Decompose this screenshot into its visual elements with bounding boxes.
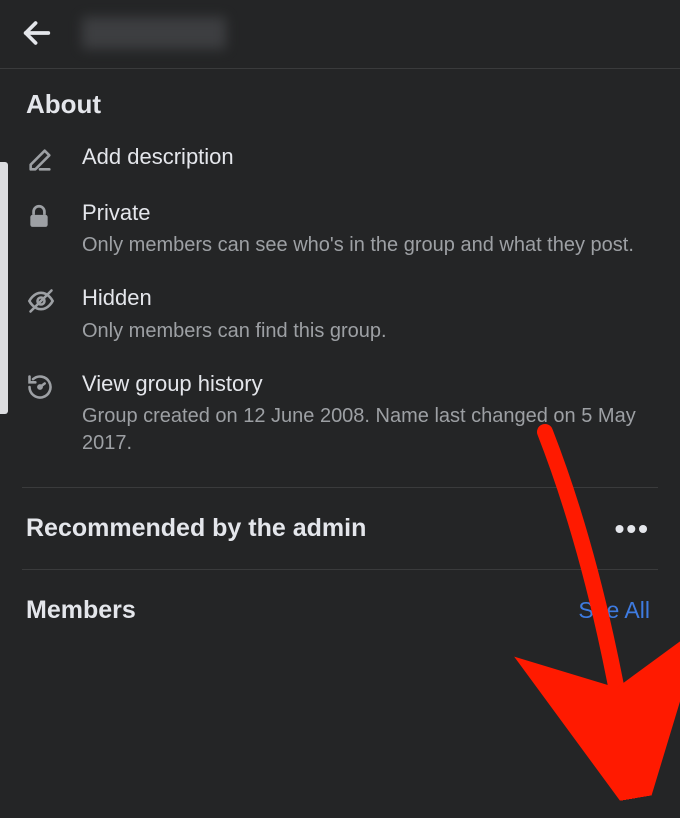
scroll-indicator bbox=[0, 162, 8, 414]
see-all-link[interactable]: See All bbox=[578, 597, 650, 624]
lock-icon bbox=[26, 202, 60, 230]
about-item-history[interactable]: View group history Group created on 12 J… bbox=[26, 371, 658, 467]
members-section[interactable]: Members See All bbox=[0, 570, 680, 655]
eye-slash-icon bbox=[26, 287, 60, 315]
content: About Add description Private bbox=[0, 69, 680, 655]
about-item-privacy: Private Only members can see who's in th… bbox=[26, 200, 658, 285]
about-desc: Only members can find this group. bbox=[82, 318, 658, 345]
history-icon bbox=[26, 373, 60, 401]
page-title-redacted bbox=[82, 17, 226, 49]
about-desc: Group created on 12 June 2008. Name last… bbox=[82, 403, 658, 457]
header bbox=[0, 0, 680, 69]
about-section: About Add description Private bbox=[0, 69, 680, 487]
about-label: Add description bbox=[82, 144, 658, 170]
about-item-visibility: Hidden Only members can find this group. bbox=[26, 285, 658, 370]
edit-icon bbox=[26, 146, 60, 174]
about-label: Private bbox=[82, 200, 658, 226]
recommended-heading: Recommended by the admin bbox=[26, 514, 366, 543]
about-label: View group history bbox=[82, 371, 658, 397]
arrow-left-icon bbox=[20, 16, 54, 50]
about-label: Hidden bbox=[82, 285, 658, 311]
back-button[interactable] bbox=[20, 16, 54, 50]
about-item-description[interactable]: Add description bbox=[26, 144, 658, 200]
members-heading: Members bbox=[26, 596, 136, 625]
recommended-section[interactable]: Recommended by the admin ••• bbox=[0, 488, 680, 569]
more-options-button[interactable]: ••• bbox=[615, 522, 650, 536]
about-desc: Only members can see who's in the group … bbox=[82, 232, 658, 259]
about-heading: About bbox=[26, 89, 658, 120]
